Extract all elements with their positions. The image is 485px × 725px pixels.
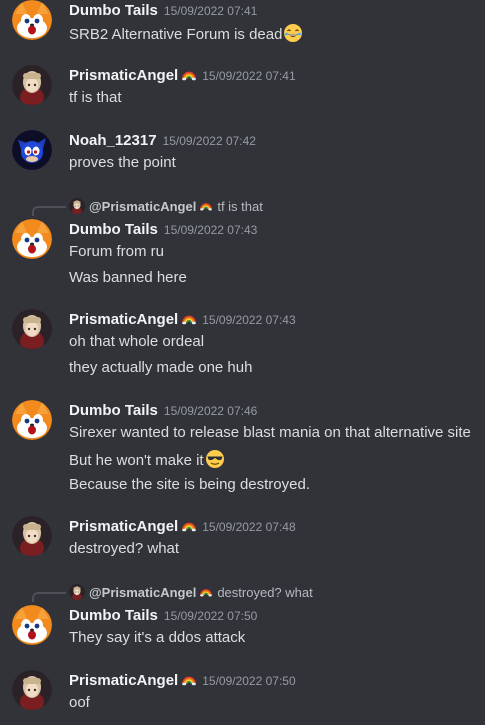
- rainbow-icon: [182, 68, 196, 82]
- message-text-content: oof: [69, 694, 90, 711]
- reply-text[interactable]: destroyed? what: [217, 585, 312, 600]
- message-text: tf is that: [69, 88, 122, 108]
- message-text-content: oh that whole ordeal: [69, 333, 205, 350]
- joy-tears-emoji-icon: [283, 23, 303, 43]
- message-text-content: Because the site is being destroyed.: [69, 476, 310, 493]
- message-text-content: But he won't make it: [69, 452, 204, 469]
- message-header: PrismaticAngel 15/09/2022 07:48: [69, 517, 296, 537]
- username[interactable]: PrismaticAngel: [69, 311, 178, 328]
- message-header: Dumbo Tails 15/09/2022 07:43: [69, 220, 257, 240]
- reply-author[interactable]: @PrismaticAngel: [89, 585, 196, 600]
- message-text: destroyed? what: [69, 539, 179, 559]
- user-avatar[interactable]: [12, 516, 52, 556]
- reply-text[interactable]: tf is that: [217, 199, 263, 214]
- message-timestamp: 15/09/2022 07:43: [163, 223, 258, 237]
- reply-connector: [32, 206, 66, 216]
- username[interactable]: PrismaticAngel: [69, 518, 178, 535]
- rainbow-icon: [182, 673, 196, 687]
- reply-connector: [32, 592, 66, 602]
- message-text-content: proves the point: [69, 154, 176, 171]
- message-text: they actually made one huh: [69, 358, 252, 378]
- user-avatar[interactable]: [12, 219, 52, 259]
- message-text-content: SRB2 Alternative Forum is dead: [69, 26, 283, 43]
- reply-preview[interactable]: @PrismaticAngel tf is that: [69, 198, 263, 214]
- message-text: oh that whole ordeal: [69, 332, 204, 352]
- message-timestamp: 15/09/2022 07:50: [202, 674, 296, 688]
- message-header: Noah_12317 15/09/2022 07:42: [69, 131, 256, 151]
- message-text: Sirexer wanted to release blast mania on…: [69, 423, 471, 443]
- message-text: Was banned here: [69, 268, 187, 288]
- message-header: PrismaticAngel 15/09/2022 07:41: [69, 66, 296, 86]
- username[interactable]: Dumbo Tails: [69, 402, 158, 419]
- message-timestamp: 15/09/2022 07:42: [162, 134, 256, 148]
- message-header: Dumbo Tails 15/09/2022 07:41: [69, 1, 257, 21]
- message-text: Because the site is being destroyed.: [69, 475, 310, 495]
- reply-avatar: [69, 198, 85, 214]
- message-text: SRB2 Alternative Forum is dead: [69, 23, 303, 45]
- sunglasses-emoji-icon: [205, 449, 225, 469]
- user-avatar[interactable]: [12, 309, 52, 349]
- rainbow-icon: [200, 586, 212, 598]
- message-text: Forum from ru: [69, 242, 164, 262]
- rainbow-icon: [182, 312, 196, 326]
- message-text: But he won't make it: [69, 449, 225, 471]
- message-header: Dumbo Tails 15/09/2022 07:50: [69, 606, 257, 626]
- message-header: PrismaticAngel 15/09/2022 07:43: [69, 310, 296, 330]
- message-timestamp: 15/09/2022 07:43: [202, 313, 296, 327]
- message-text-content: tf is that: [69, 89, 122, 106]
- message-text-content: They say it's a ddos attack: [69, 629, 246, 646]
- message-text: proves the point: [69, 153, 176, 173]
- username[interactable]: Dumbo Tails: [69, 2, 158, 19]
- username[interactable]: PrismaticAngel: [69, 672, 178, 689]
- reply-avatar: [69, 584, 85, 600]
- user-avatar[interactable]: [12, 670, 52, 710]
- message-text: They say it's a ddos attack: [69, 628, 245, 648]
- message-timestamp: 15/09/2022 07:48: [202, 520, 296, 534]
- reply-author[interactable]: @PrismaticAngel: [89, 199, 196, 214]
- message-timestamp: 15/09/2022 07:50: [163, 609, 258, 623]
- message-text-content: destroyed? what: [69, 540, 180, 557]
- user-avatar[interactable]: [12, 400, 52, 440]
- username[interactable]: Dumbo Tails: [69, 607, 158, 624]
- user-avatar[interactable]: [12, 65, 52, 105]
- message-header: PrismaticAngel 15/09/2022 07:50: [69, 671, 296, 691]
- rainbow-icon: [182, 519, 196, 533]
- username[interactable]: Noah_12317: [69, 132, 157, 149]
- message-text-content: Sirexer wanted to release blast mania on…: [69, 424, 471, 441]
- message-header: Dumbo Tails 15/09/2022 07:46: [69, 401, 257, 421]
- user-avatar[interactable]: [12, 130, 52, 170]
- reply-preview[interactable]: @PrismaticAngel destroyed? what: [69, 584, 313, 600]
- message-text: oof: [69, 693, 90, 713]
- message-text-content: they actually made one huh: [69, 359, 253, 376]
- username[interactable]: Dumbo Tails: [69, 221, 158, 238]
- user-avatar[interactable]: [12, 605, 52, 645]
- message-text-content: Forum from ru: [69, 243, 165, 260]
- message-text-content: Was banned here: [69, 269, 187, 286]
- user-avatar[interactable]: [12, 0, 52, 40]
- rainbow-icon: [200, 200, 212, 212]
- message-timestamp: 15/09/2022 07:46: [163, 404, 258, 418]
- message-timestamp: 15/09/2022 07:41: [202, 69, 296, 83]
- username[interactable]: PrismaticAngel: [69, 67, 178, 84]
- message-timestamp: 15/09/2022 07:41: [163, 4, 258, 18]
